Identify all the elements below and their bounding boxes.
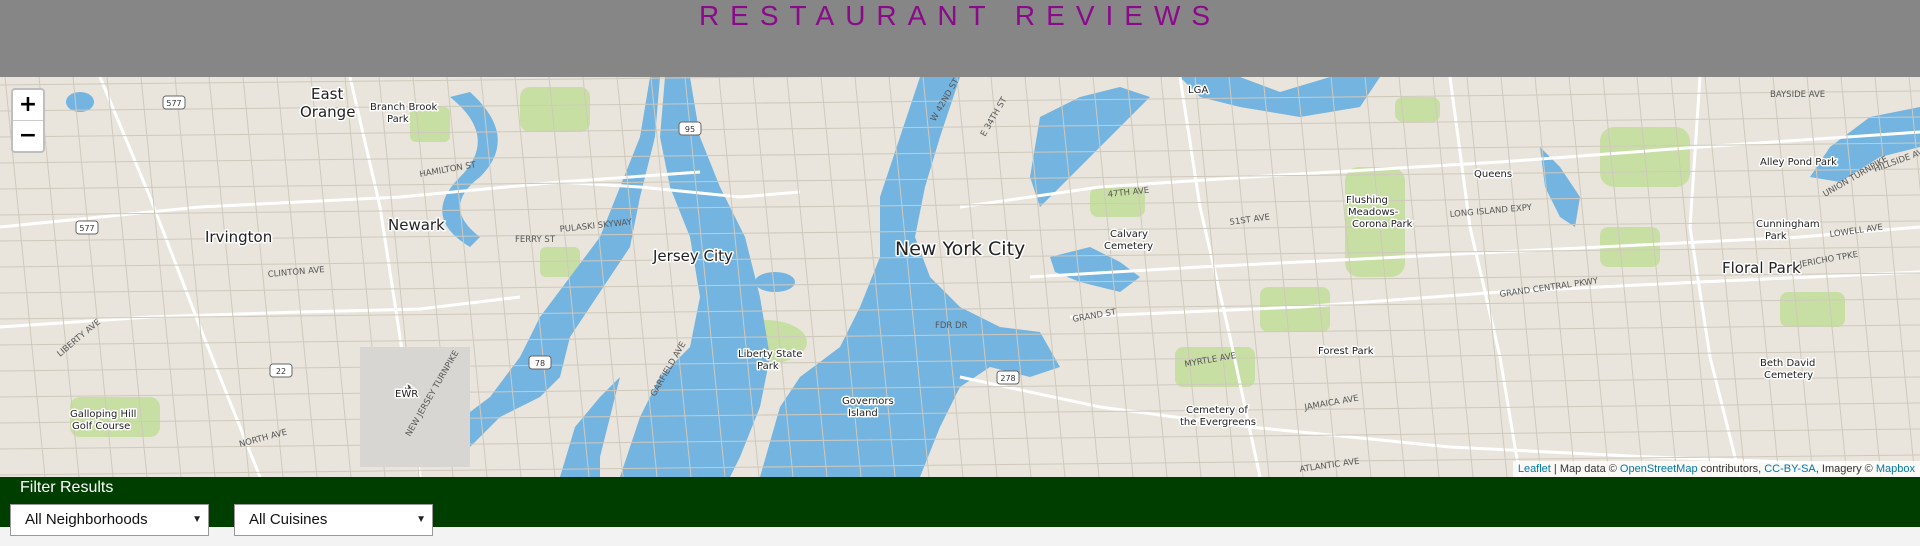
svg-text:78: 78: [535, 359, 545, 368]
map-place-label: Forest Park: [1318, 346, 1374, 357]
svg-text:577: 577: [79, 224, 94, 233]
map-place-label: New York City: [895, 238, 1025, 260]
openstreetmap-link[interactable]: OpenStreetMap: [1620, 463, 1698, 475]
map-place-label: East: [311, 85, 343, 103]
svg-text:577: 577: [166, 99, 181, 108]
svg-text:22: 22: [276, 367, 286, 376]
leaflet-link[interactable]: Leaflet: [1518, 463, 1551, 475]
map-place-label: Jersey City: [652, 247, 733, 265]
attribution-text-3: , Imagery ©: [1815, 463, 1876, 475]
map-place-label: LGA: [1188, 85, 1208, 96]
site-title[interactable]: RESTAURANT REVIEWS: [0, 0, 1920, 32]
map[interactable]: ✈ New York City Jersey City Newark Floral P…: [0, 77, 1920, 477]
map-place-label: Cemetery: [1104, 241, 1153, 252]
neighborhoods-select-value: All Neighborhoods: [25, 511, 148, 528]
zoom-in-button[interactable]: +: [13, 90, 43, 120]
map-tiles[interactable]: ✈ New York CityJersey CityNewarkFloral P…: [0, 77, 1920, 477]
map-place-label: Island: [848, 408, 878, 419]
map-place-label: Alley Pond Park: [1760, 157, 1837, 168]
map-place-label: Galloping Hill: [70, 409, 136, 420]
highway-shield-icon: 78: [528, 355, 552, 370]
map-place-label: Governors: [842, 396, 894, 407]
map-place-label: Cemetery of: [1186, 405, 1248, 416]
map-place-label: Flushing: [1346, 195, 1388, 206]
map-street-label: FDR DR: [935, 321, 968, 331]
map-place-label: Liberty State: [738, 349, 802, 360]
map-place-label: Corona Park: [1352, 219, 1413, 230]
filter-bar: Filter Results All Neighborhoods ▼ All C…: [0, 477, 1920, 536]
svg-text:95: 95: [685, 125, 695, 134]
license-link[interactable]: CC-BY-SA: [1764, 463, 1816, 475]
highway-shield-icon: 278: [996, 370, 1020, 385]
map-place-label: Newark: [388, 216, 445, 234]
map-street-label: FERRY ST: [515, 235, 556, 245]
map-place-label: Park: [1765, 231, 1787, 242]
map-place-label: Irvington: [205, 228, 272, 246]
map-place-label: the Evergreens: [1180, 417, 1256, 428]
mapbox-link[interactable]: Mapbox: [1876, 463, 1915, 475]
cuisines-select[interactable]: All Cuisines ▼: [234, 504, 433, 536]
attribution-text-1: | Map data ©: [1550, 463, 1620, 475]
highway-shield-icon: 95: [678, 121, 702, 136]
zoom-control: + −: [11, 88, 45, 153]
map-place-label: Branch Brook: [370, 102, 437, 113]
zoom-out-button[interactable]: −: [13, 120, 43, 151]
site-header: RESTAURANT REVIEWS: [0, 0, 1920, 77]
highway-shield-icon: 22: [269, 363, 293, 378]
map-place-label: Golf Course: [72, 421, 130, 432]
filter-title: Filter Results: [20, 479, 114, 496]
attribution-text-2: contributors,: [1697, 463, 1765, 475]
map-place-label: Cunningham: [1756, 219, 1820, 230]
map-street-label: BAYSIDE AVE: [1770, 90, 1825, 100]
svg-text:278: 278: [1000, 374, 1015, 383]
map-place-label: EWR: [395, 389, 418, 400]
map-place-label: Meadows-: [1348, 207, 1399, 218]
highway-shield-icon: 577: [75, 220, 99, 235]
map-place-label: Cemetery: [1764, 370, 1813, 381]
map-place-label: Calvary: [1110, 229, 1148, 240]
neighborhoods-select[interactable]: All Neighborhoods ▼: [10, 504, 209, 536]
dropdown-arrow-icon: ▼: [416, 514, 426, 525]
map-place-label: Orange: [300, 103, 355, 121]
map-place-label: Floral Park: [1722, 259, 1801, 277]
dropdown-arrow-icon: ▼: [192, 514, 202, 525]
map-attribution: Leaflet | Map data © OpenStreetMap contr…: [1512, 461, 1920, 477]
cuisines-select-value: All Cuisines: [249, 511, 328, 528]
highway-shield-icon: 577: [162, 95, 186, 110]
map-place-label: Park: [387, 114, 409, 125]
map-place-label: Beth David: [1760, 358, 1815, 369]
map-place-label: Park: [757, 361, 779, 372]
map-place-label: Queens: [1474, 169, 1512, 180]
